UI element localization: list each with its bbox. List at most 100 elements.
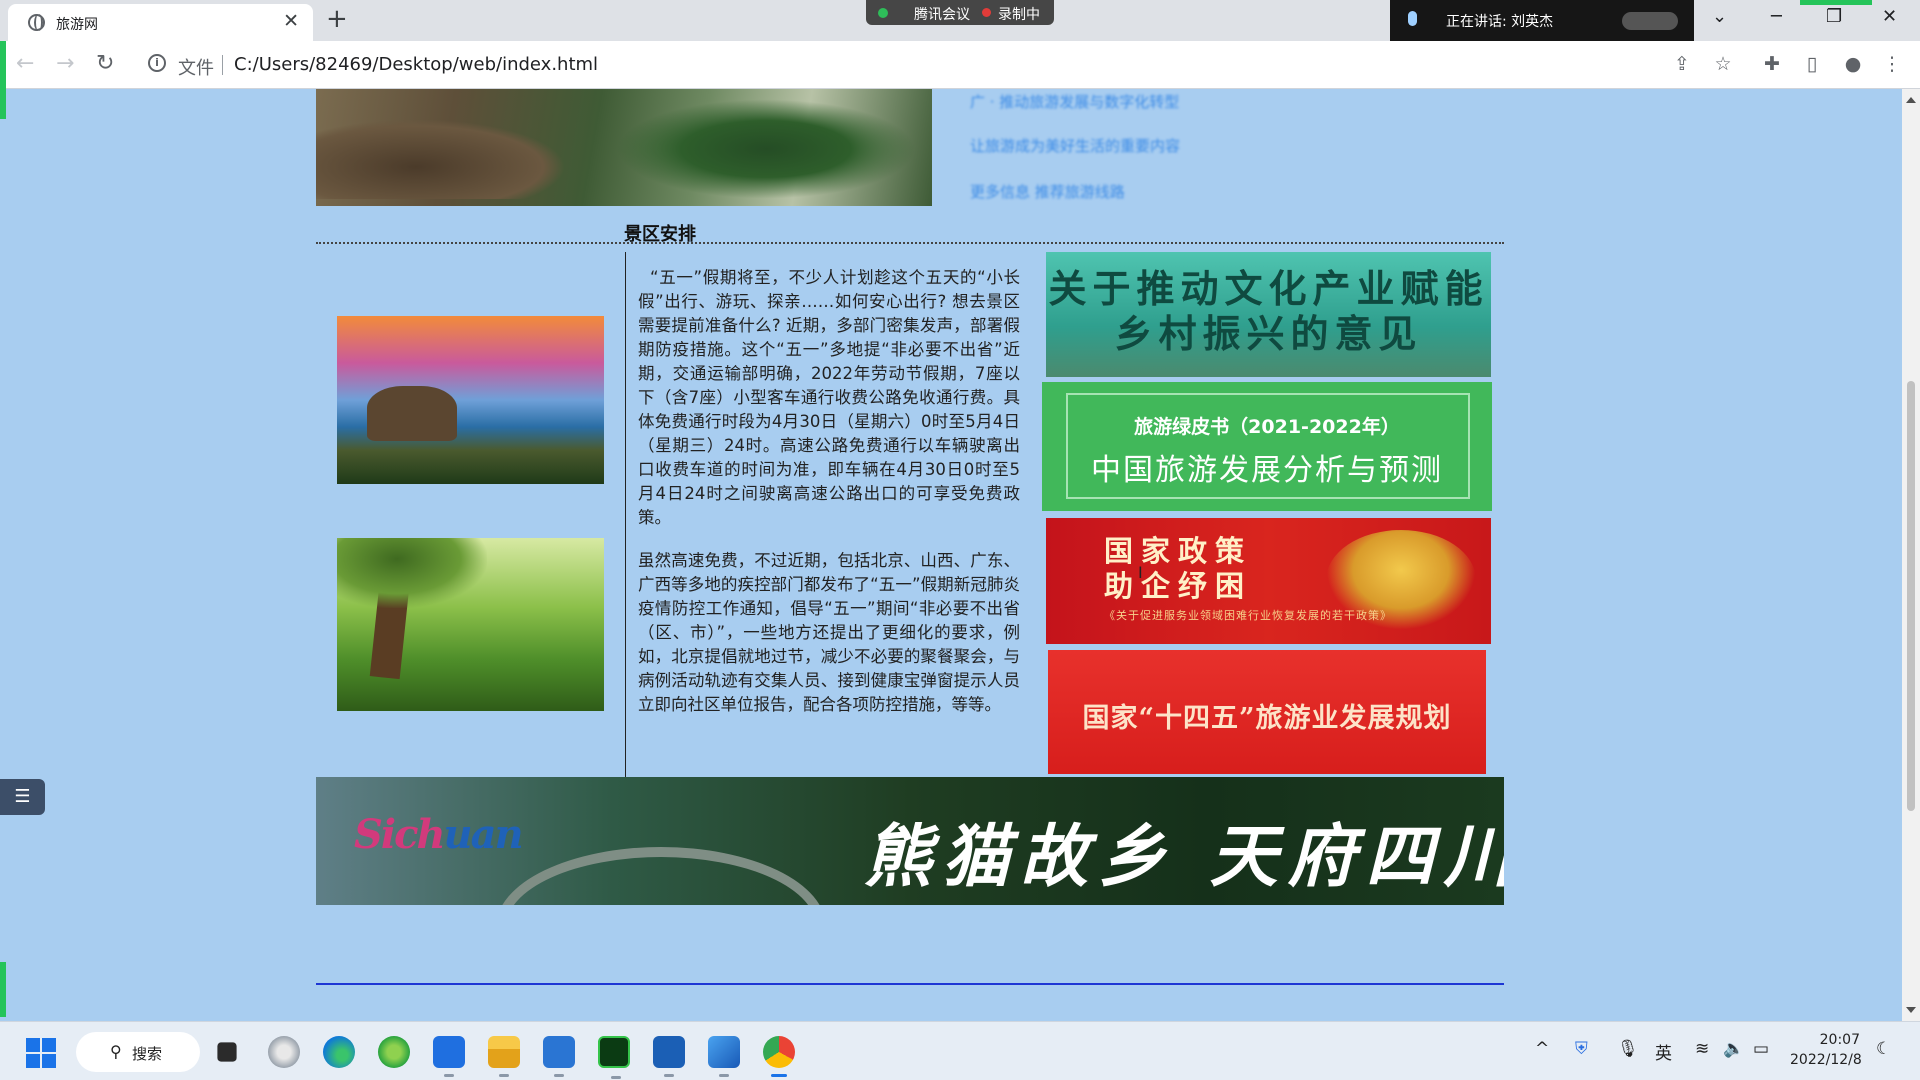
policy-banner-line-2: 助企纾困 bbox=[1104, 569, 1253, 603]
top-link-2[interactable]: 让旅游成为美好生活的重要内容 bbox=[970, 135, 1180, 155]
microphone-tray-icon[interactable]: 🎙 bbox=[1617, 1039, 1639, 1059]
browser-tab[interactable]: 旅游网 ✕ bbox=[8, 4, 313, 41]
meeting-share-border bbox=[1800, 0, 1872, 5]
ie-browser-icon[interactable] bbox=[378, 1036, 410, 1068]
new-tab-button[interactable]: + bbox=[326, 4, 348, 34]
app-running-indicator bbox=[611, 1076, 621, 1079]
meeting-status-bar[interactable]: 腾讯会议 录制中 bbox=[866, 0, 1054, 25]
tab-title: 旅游网 bbox=[56, 17, 98, 33]
task-view-icon[interactable] bbox=[217, 1042, 237, 1062]
recording-label: 录制中 bbox=[998, 7, 1040, 23]
column-divider bbox=[625, 252, 626, 867]
sichuan-logo-part-2: uan bbox=[443, 811, 524, 858]
meeting-share-border-left-bottom bbox=[0, 962, 6, 1017]
clock-time: 20:07 bbox=[1819, 1032, 1860, 1048]
site-info-icon[interactable]: i bbox=[148, 54, 166, 72]
side-panel-icon[interactable]: ▯ bbox=[1802, 54, 1822, 74]
photos-app-icon[interactable] bbox=[433, 1036, 465, 1077]
dreamweaver-icon[interactable] bbox=[598, 1036, 630, 1079]
sichuan-logo-part-1: Sich bbox=[354, 811, 446, 858]
globe-icon bbox=[28, 14, 45, 31]
tree-meadow-photo bbox=[337, 538, 604, 711]
address-separator bbox=[222, 55, 223, 75]
policy-banner-line-1: 国家政策 bbox=[1104, 534, 1253, 568]
page-scrollbar[interactable] bbox=[1902, 89, 1920, 1021]
greenbook-subtitle: 旅游绿皮书（2021-2022年） bbox=[1134, 416, 1400, 438]
speaking-label: 正在讲话: 刘英杰 bbox=[1446, 14, 1554, 30]
speaking-indicator: 正在讲话: 刘英杰 bbox=[1390, 0, 1694, 41]
scroll-up-arrow-icon[interactable] bbox=[1906, 97, 1916, 103]
taskbar-search[interactable]: ⚲ 搜索 bbox=[76, 1032, 200, 1072]
profile-icon[interactable]: ● bbox=[1843, 54, 1863, 74]
address-scheme: 文件 bbox=[178, 58, 214, 79]
bookmark-star-icon[interactable]: ☆ bbox=[1713, 54, 1733, 74]
sichuan-banner[interactable]: Sichuan 熊猫故乡 天府四川 bbox=[316, 777, 1504, 905]
meeting-icon bbox=[878, 8, 888, 18]
close-tab-icon[interactable]: ✕ bbox=[283, 10, 299, 32]
wifi-icon[interactable]: ≋ bbox=[1695, 1039, 1709, 1059]
app-running-indicator bbox=[664, 1074, 674, 1077]
battery-icon[interactable]: ▭ bbox=[1753, 1039, 1769, 1059]
app-running-indicator bbox=[444, 1074, 454, 1077]
policy-banner-subtitle: 《关于促进服务业领域困难行业恢复发展的若干政策》 bbox=[1104, 609, 1392, 622]
web-page: 广 · 推动旅游发展与数字化转型 让旅游成为美好生活的重要内容 更多信息 推荐旅… bbox=[0, 89, 1900, 1021]
dotted-divider bbox=[316, 242, 1504, 244]
notification-moon-icon[interactable]: ☾ bbox=[1876, 1039, 1891, 1059]
back-arrow-icon[interactable]: ← bbox=[16, 51, 34, 76]
volume-icon[interactable]: 🔈 bbox=[1723, 1039, 1744, 1059]
app-running-indicator bbox=[499, 1074, 509, 1077]
file-explorer-icon[interactable] bbox=[488, 1036, 520, 1077]
chrome-icon[interactable] bbox=[763, 1036, 795, 1077]
floating-menu-button[interactable]: ☰ bbox=[0, 779, 45, 815]
top-link-1[interactable]: 广 · 推动旅游发展与数字化转型 bbox=[970, 91, 1179, 111]
greenbook-title: 中国旅游发展分析与预测 bbox=[1091, 453, 1443, 488]
scrollbar-thumb[interactable] bbox=[1907, 381, 1915, 811]
browser-toolbar: ← → ↻ i 文件 C:/Users/82469/Desktop/web/in… bbox=[0, 41, 1920, 89]
tab-search-chevron-icon[interactable]: ⌄ bbox=[1712, 6, 1727, 27]
sichuan-logo: Sichuan bbox=[354, 811, 524, 858]
app-running-indicator bbox=[554, 1074, 564, 1077]
top-link-3[interactable]: 更多信息 推荐旅游线路 bbox=[970, 181, 1125, 201]
scroll-down-arrow-icon[interactable] bbox=[1906, 1007, 1916, 1013]
security-shield-icon[interactable]: ⛨ bbox=[1575, 1039, 1588, 1059]
notepad-icon[interactable] bbox=[543, 1036, 575, 1077]
culture-industry-banner[interactable]: 关于推动文化产业赋能乡村振兴的意见 bbox=[1046, 252, 1491, 377]
edge-icon[interactable] bbox=[323, 1036, 355, 1068]
culture-banner-text: 关于推动文化产业赋能乡村振兴的意见 bbox=[1048, 266, 1489, 356]
mountain-pine-photo bbox=[316, 89, 932, 206]
clock-date: 2022/12/8 bbox=[1790, 1052, 1862, 1068]
app-running-indicator bbox=[771, 1074, 787, 1077]
chevron-up-icon[interactable]: ^ bbox=[1535, 1039, 1549, 1059]
reload-icon[interactable]: ↻ bbox=[96, 51, 114, 76]
plan-banner-text: 国家“十四五”旅游业发展规划 bbox=[1082, 703, 1452, 734]
restore-button[interactable]: ❐ bbox=[1826, 6, 1842, 27]
tourism-greenbook-banner[interactable]: 旅游绿皮书（2021-2022年） 中国旅游发展分析与预测 bbox=[1042, 382, 1492, 511]
system-clock[interactable]: 20:07 2022/12/8 bbox=[1790, 1030, 1862, 1070]
sichuan-calligraphy: 熊猫故乡 天府四川 bbox=[864, 817, 1504, 897]
ime-indicator[interactable]: 英 bbox=[1655, 1039, 1672, 1064]
search-label: 搜索 bbox=[132, 1045, 163, 1063]
extensions-icon[interactable]: ✚ bbox=[1762, 54, 1782, 74]
policy-banner-title: 国家政策 助企纾困 bbox=[1104, 534, 1252, 604]
footer-divider bbox=[316, 983, 1504, 985]
top-link-list: 广 · 推动旅游发展与数字化转型 让旅游成为美好生活的重要内容 更多信息 推荐旅… bbox=[970, 89, 1470, 206]
search-icon: ⚲ bbox=[110, 1042, 122, 1061]
app-running-indicator bbox=[719, 1074, 729, 1077]
windows-start-icon[interactable] bbox=[26, 1038, 56, 1068]
recording-dot-icon bbox=[982, 8, 991, 17]
policy-relief-banner[interactable]: 国家政策 助企纾困 《关于促进服务业领域困难行业恢复发展的若干政策》 bbox=[1046, 518, 1491, 644]
text-cursor-icon: I bbox=[1138, 563, 1143, 582]
minimize-button[interactable]: ─ bbox=[1771, 6, 1782, 27]
kebab-menu-icon[interactable]: ⋮ bbox=[1882, 54, 1902, 74]
article-paragraph-2: 虽然高速免费，不过近期，包括北京、山西、广东、广西等多地的疾控部门都发布了“五一… bbox=[638, 551, 1020, 714]
avatar bbox=[1622, 12, 1678, 30]
forward-arrow-icon[interactable]: → bbox=[56, 51, 74, 76]
edge-dev-icon[interactable] bbox=[268, 1036, 300, 1068]
snipping-tool-icon[interactable] bbox=[708, 1036, 740, 1077]
share-icon[interactable]: ⇪ bbox=[1672, 54, 1692, 74]
word-icon[interactable] bbox=[653, 1036, 685, 1077]
address-bar[interactable]: C:/Users/82469/Desktop/web/index.html bbox=[234, 54, 598, 75]
five-year-plan-banner[interactable]: 国家“十四五”旅游业发展规划 bbox=[1048, 650, 1486, 774]
window-close-button[interactable]: ✕ bbox=[1882, 6, 1897, 27]
tab-strip: 旅游网 ✕ + 腾讯会议 录制中 正在讲话: 刘英杰 ⌄ ─ ❐ ✕ bbox=[0, 0, 1920, 41]
